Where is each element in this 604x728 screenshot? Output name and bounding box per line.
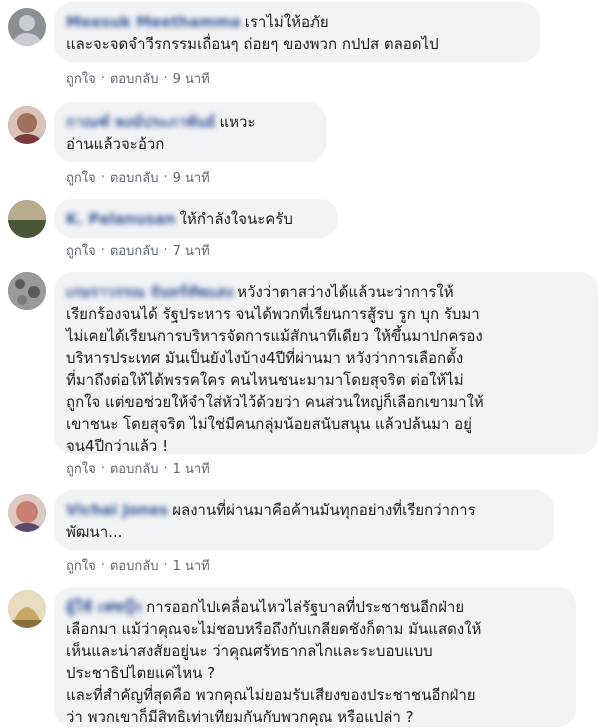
- comment-actions: ถูกใจ · ตอบกลับ · 9 นาที: [66, 167, 210, 188]
- comment-time[interactable]: 1 นาที: [173, 458, 210, 479]
- comment-author[interactable]: Meesuk Meethamma: [66, 11, 241, 33]
- avatar[interactable]: [8, 590, 46, 628]
- comment-time[interactable]: 9 นาที: [173, 68, 210, 89]
- avatar[interactable]: [8, 200, 46, 238]
- comment-time[interactable]: 7 นาที: [173, 240, 210, 261]
- like-link[interactable]: ถูกใจ: [66, 167, 96, 188]
- comment-text: หวังว่าตาสว่างได้แล้วนะว่าการให้ เรียกร้…: [66, 283, 484, 455]
- comment-author[interactable]: Vichai Jones: [66, 499, 168, 521]
- like-link[interactable]: ถูกใจ: [66, 68, 96, 89]
- comment-bubble: เกษราวรรณ จันทร์ทัพแสง หวังว่าตาสว่างได้แ…: [54, 272, 598, 455]
- comment-actions: ถูกใจ · ตอบกลับ · 9 นาที: [66, 68, 210, 89]
- comment-author[interactable]: K. Palanusan: [66, 208, 176, 230]
- comment-bubble: Meesuk Meethamma เราไม่ให้อภัย และจะจดจำว…: [54, 2, 540, 62]
- comment-bubble: ผู้ใช้ เฟซบุ๊ก การออกไปเคลื่อนไหวไล่รัฐบา…: [54, 587, 576, 727]
- avatar[interactable]: [8, 106, 46, 144]
- comment-bubble: K. Palanusan ให้กำลังใจนะครับ: [54, 199, 338, 238]
- like-link[interactable]: ถูกใจ: [66, 555, 96, 576]
- reply-link[interactable]: ตอบกลับ: [110, 458, 159, 479]
- reply-link[interactable]: ตอบกลับ: [110, 68, 159, 89]
- comment-author[interactable]: กาณฑ์ พงษ์ประภาพันธ์: [66, 111, 215, 133]
- comment-actions: ถูกใจ · ตอบกลับ · 1 นาที: [66, 555, 210, 576]
- comment-author[interactable]: เกษราวรรณ จันทร์ทัพแสง: [66, 281, 233, 303]
- comment-actions: ถูกใจ · ตอบกลับ · 1 นาที: [66, 458, 210, 479]
- comment-actions: ถูกใจ · ตอบกลับ · 7 นาที: [66, 240, 210, 261]
- like-link[interactable]: ถูกใจ: [66, 458, 96, 479]
- comment-bubble: Vichai Jones ผลงานที่ผ่านมาคือค้านมันทุกอ…: [54, 490, 554, 550]
- avatar[interactable]: [8, 494, 46, 532]
- like-link[interactable]: ถูกใจ: [66, 240, 96, 261]
- reply-link[interactable]: ตอบกลับ: [110, 240, 159, 261]
- comment-time[interactable]: 9 นาที: [173, 167, 210, 188]
- comment-bubble: กาณฑ์ พงษ์ประภาพันธ์ แหวะ อ่านแล้วจะอ้วก: [54, 102, 326, 162]
- avatar[interactable]: [8, 272, 46, 310]
- reply-link[interactable]: ตอบกลับ: [110, 167, 159, 188]
- comment-author[interactable]: ผู้ใช้ เฟซบุ๊ก: [66, 596, 142, 618]
- reply-link[interactable]: ตอบกลับ: [110, 555, 159, 576]
- comment-text: ให้กำลังใจนะครับ: [179, 210, 293, 228]
- avatar[interactable]: [8, 8, 46, 46]
- comment-time[interactable]: 1 นาที: [173, 555, 210, 576]
